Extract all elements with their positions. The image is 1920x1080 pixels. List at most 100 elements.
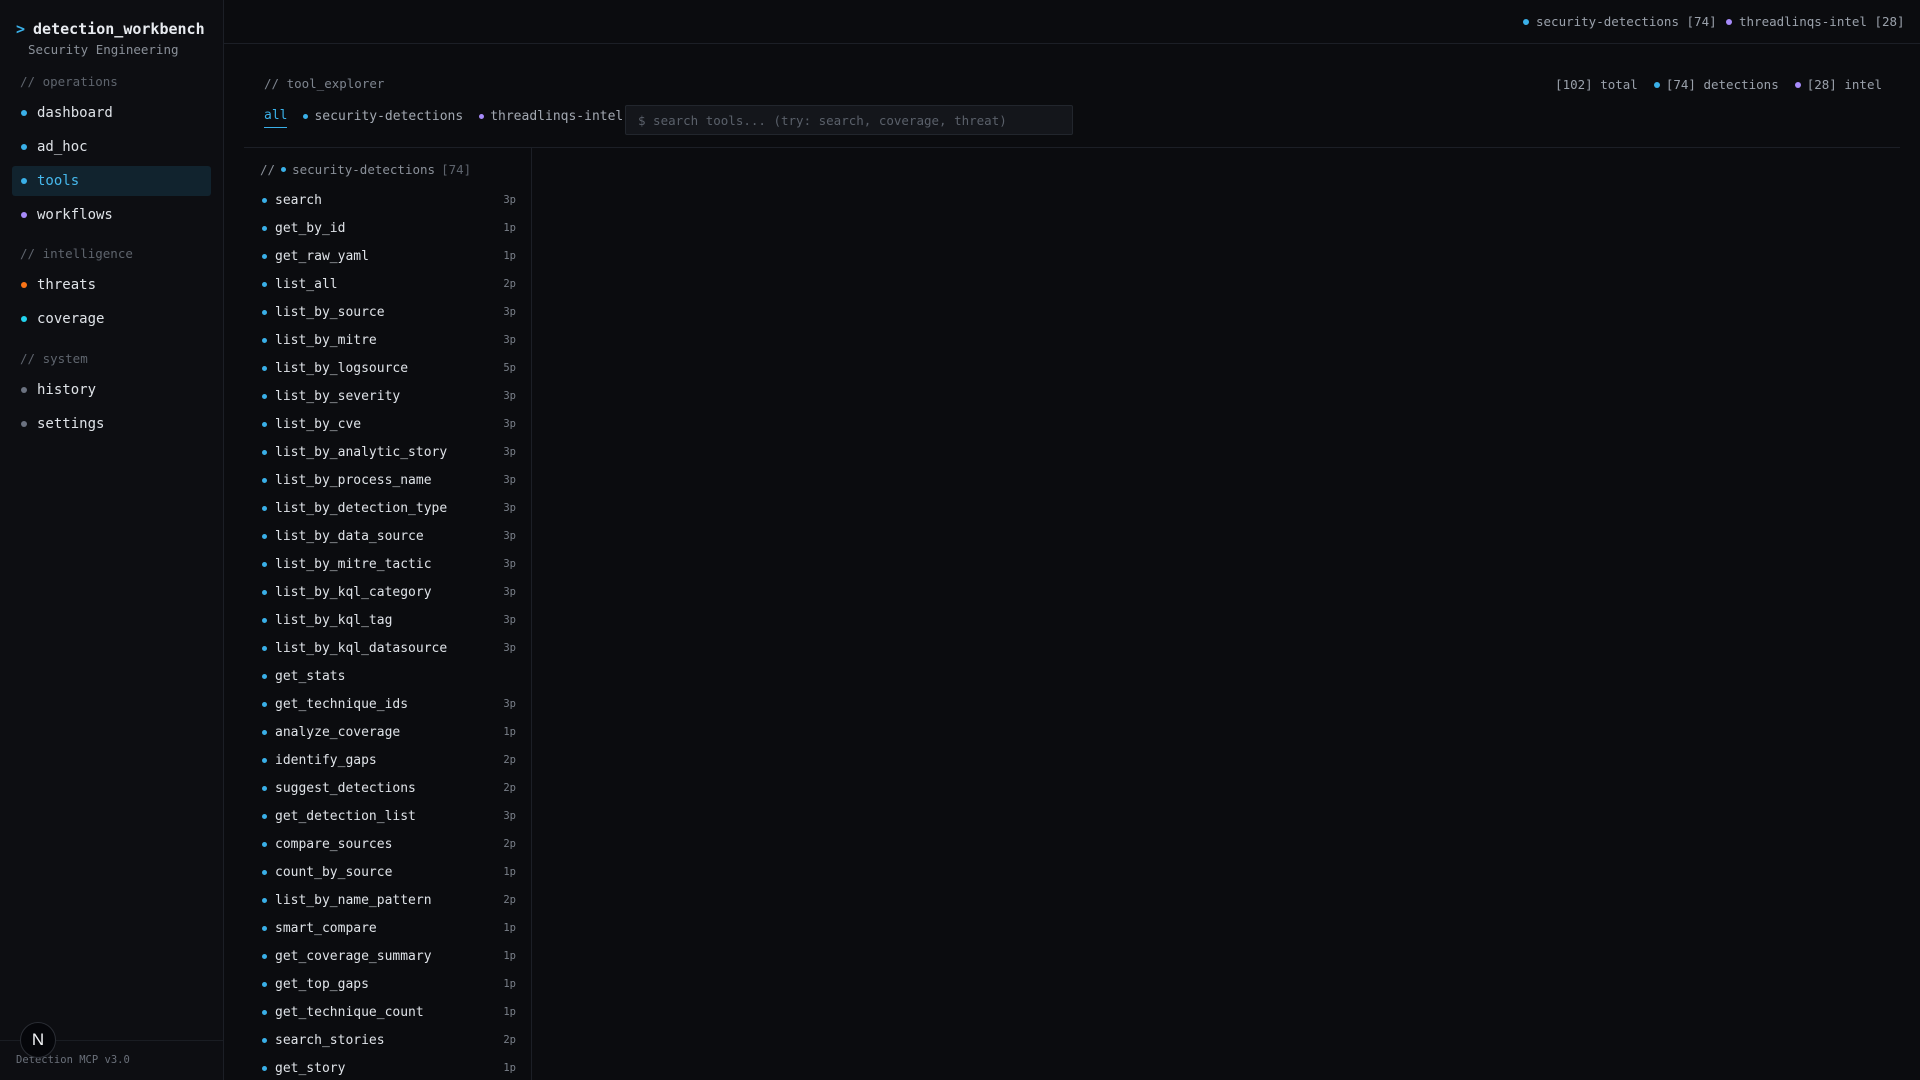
tool-dot-icon bbox=[262, 617, 267, 623]
tool-name: list_by_data_source bbox=[275, 528, 424, 544]
tool-item[interactable]: get_technique_count 1p bbox=[262, 1001, 516, 1023]
tool-item[interactable]: list_by_mitre 3p bbox=[262, 329, 516, 351]
tool-item[interactable]: list_by_cve 3p bbox=[262, 413, 516, 435]
tool-item[interactable]: get_by_id 1p bbox=[262, 217, 516, 239]
tool-item[interactable]: search_stories 2p bbox=[262, 1029, 516, 1051]
sidebar-item-ad-hoc[interactable]: ad_hoc bbox=[12, 132, 211, 162]
tool-item[interactable]: get_raw_yaml 1p bbox=[262, 245, 516, 267]
tool-item[interactable]: list_by_source 3p bbox=[262, 301, 516, 323]
tool-dot-icon bbox=[262, 869, 267, 875]
tool-name: get_technique_ids bbox=[275, 696, 409, 712]
tool-item[interactable]: suggest_detections 2p bbox=[262, 777, 516, 799]
tool-name: list_by_kql_category bbox=[275, 584, 432, 600]
tool-item[interactable]: get_technique_ids 3p bbox=[262, 693, 516, 715]
sidebar-item-dashboard[interactable]: dashboard bbox=[12, 98, 211, 128]
sidebar-item-settings[interactable]: settings bbox=[12, 409, 211, 439]
tool-item[interactable]: get_coverage_summary 1p bbox=[262, 945, 516, 967]
tool-param-count: 3p bbox=[503, 558, 516, 570]
tool-name: list_by_source bbox=[275, 304, 385, 320]
tool-dot-icon bbox=[262, 505, 267, 511]
tool-param-count: 3p bbox=[503, 586, 516, 598]
tool-item[interactable]: list_by_kql_datasource 3p bbox=[262, 637, 516, 659]
tool-item[interactable]: list_by_detection_type 3p bbox=[262, 497, 516, 519]
tab-dot-icon bbox=[479, 113, 485, 119]
tool-dot-icon bbox=[262, 253, 267, 259]
tool-item[interactable]: list_by_logsource 5p bbox=[262, 357, 516, 379]
tool-stats: [102] total [74] detections [28] intel bbox=[1555, 77, 1882, 92]
tool-item[interactable]: smart_compare 1p bbox=[262, 917, 516, 939]
n-badge-icon[interactable]: N bbox=[20, 1022, 56, 1058]
tab-security-detections[interactable]: security-detections bbox=[303, 109, 463, 128]
tool-dot-icon bbox=[262, 981, 267, 987]
tool-param-count: 3p bbox=[503, 642, 516, 654]
tool-name: get_raw_yaml bbox=[275, 248, 369, 264]
stat-intel-label: [28] intel bbox=[1806, 77, 1882, 92]
tab-all[interactable]: all bbox=[264, 108, 288, 128]
tool-item[interactable]: list_by_name_pattern 2p bbox=[262, 889, 516, 911]
app-title[interactable]: > detection_workbench bbox=[16, 20, 207, 38]
tool-item[interactable]: get_detection_list 3p bbox=[262, 805, 516, 827]
tool-item[interactable]: list_by_process_name 3p bbox=[262, 469, 516, 491]
tool-param-count: 3p bbox=[503, 306, 516, 318]
tool-item[interactable]: list_by_kql_tag 3p bbox=[262, 609, 516, 631]
sidebar-item-history[interactable]: history bbox=[12, 375, 211, 405]
tool-item[interactable]: list_all 2p bbox=[262, 273, 516, 295]
topbar: security-detections [74] threadlinqs-int… bbox=[224, 0, 1920, 44]
source-dot-icon bbox=[1726, 18, 1732, 25]
tool-param-count: 1p bbox=[503, 950, 516, 962]
tool-name: list_by_process_name bbox=[275, 472, 432, 488]
tool-item[interactable]: list_by_kql_category 3p bbox=[262, 581, 516, 603]
tool-dot-icon bbox=[262, 953, 267, 959]
sidebar-item-label: settings bbox=[37, 416, 105, 432]
tool-item[interactable]: identify_gaps 2p bbox=[262, 749, 516, 771]
tool-dot-icon bbox=[262, 701, 267, 707]
tool-name: list_by_logsource bbox=[275, 360, 409, 376]
tool-item[interactable]: count_by_source 1p bbox=[262, 861, 516, 883]
intel-dot-icon bbox=[1794, 81, 1801, 88]
nav-dot-icon bbox=[21, 387, 27, 393]
tool-param-count: 1p bbox=[503, 978, 516, 990]
source-dot-icon bbox=[1523, 18, 1529, 25]
tool-name: analyze_coverage bbox=[275, 724, 401, 740]
search-input[interactable] bbox=[625, 105, 1073, 135]
tool-dot-icon bbox=[262, 645, 267, 651]
tool-item[interactable]: analyze_coverage 1p bbox=[262, 721, 516, 743]
tool-dot-icon bbox=[262, 421, 267, 427]
sidebar-item-tools[interactable]: tools bbox=[12, 166, 211, 196]
tool-dot-icon bbox=[262, 365, 267, 371]
tool-item[interactable]: get_story 1p bbox=[262, 1057, 516, 1079]
tool-dot-icon bbox=[262, 533, 267, 539]
tool-item[interactable]: search 3p bbox=[262, 189, 516, 211]
tool-dot-icon bbox=[262, 897, 267, 903]
tool-dot-icon bbox=[262, 729, 267, 735]
sidebar-item-workflows[interactable]: workflows bbox=[12, 200, 211, 230]
tool-name: list_by_detection_type bbox=[275, 500, 448, 516]
tool-item[interactable]: list_by_data_source 3p bbox=[262, 525, 516, 547]
tool-dot-icon bbox=[262, 1065, 267, 1071]
tool-param-count: 1p bbox=[503, 726, 516, 738]
tool-item[interactable]: get_top_gaps 1p bbox=[262, 973, 516, 995]
tool-dot-icon bbox=[262, 1009, 267, 1015]
tool-param-count: 3p bbox=[503, 698, 516, 710]
tab-security-detections-label: security-detections bbox=[314, 108, 464, 124]
tool-param-count: 1p bbox=[503, 1062, 516, 1074]
section-header: // system bbox=[20, 351, 88, 366]
tool-item[interactable]: list_by_analytic_story 3p bbox=[262, 441, 516, 463]
tool-name: get_by_id bbox=[275, 220, 346, 236]
tool-item[interactable]: get_stats bbox=[262, 665, 516, 687]
tool-dot-icon bbox=[262, 449, 267, 455]
tool-name: search_stories bbox=[275, 1032, 385, 1048]
tool-param-count: 3p bbox=[503, 194, 516, 206]
tab-threadlinqs-intel[interactable]: threadlinqs-intel bbox=[479, 109, 623, 128]
tool-dot-icon bbox=[262, 785, 267, 791]
breadcrumb: // tool_explorer bbox=[264, 76, 385, 91]
tool-param-count: 3p bbox=[503, 530, 516, 542]
tool-item[interactable]: list_by_mitre_tactic 3p bbox=[262, 553, 516, 575]
sidebar-item-coverage[interactable]: coverage bbox=[12, 304, 211, 334]
stat-detections: [74] detections bbox=[1653, 77, 1779, 92]
tool-dot-icon bbox=[262, 309, 267, 315]
sidebar-item-threats[interactable]: threats bbox=[12, 270, 211, 300]
tool-item[interactable]: compare_sources 2p bbox=[262, 833, 516, 855]
section-header: // operations bbox=[20, 74, 118, 89]
tool-item[interactable]: list_by_severity 3p bbox=[262, 385, 516, 407]
